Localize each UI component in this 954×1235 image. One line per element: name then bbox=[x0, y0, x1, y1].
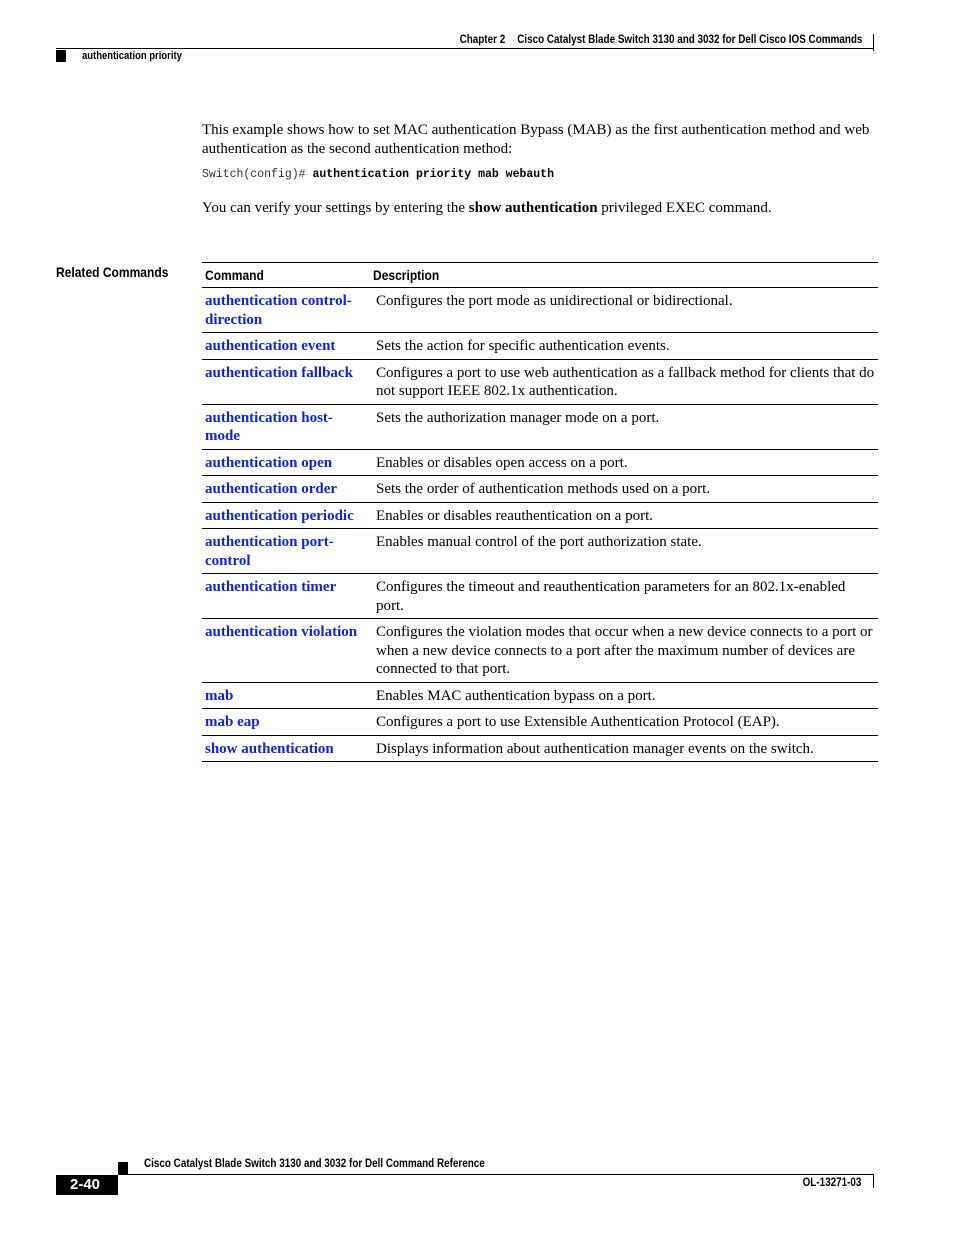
column-header-command-label: Command bbox=[205, 267, 264, 283]
table-header-row: Command Description bbox=[202, 262, 878, 288]
command-description: Enables or disables open access on a por… bbox=[370, 449, 878, 476]
verify-suffix: privileged EXEC command. bbox=[597, 200, 772, 216]
table-row: mab eap Configures a port to use Extensib… bbox=[202, 708, 878, 736]
table-row: authentication order Sets the order of au… bbox=[202, 475, 878, 503]
command-link[interactable]: show authentication bbox=[202, 735, 370, 762]
table-row: mab Enables MAC authentication bypass on … bbox=[202, 682, 878, 709]
footer-marker-block bbox=[118, 1162, 128, 1174]
command-description: Configures a port to use Extensible Auth… bbox=[370, 708, 878, 736]
table-row: authentication open Enables or disables o… bbox=[202, 449, 878, 476]
related-commands-body: authentication control-direction Configur… bbox=[202, 287, 878, 762]
table-row: authentication host-mode Sets the authori… bbox=[202, 404, 878, 450]
command-description: Configures the port mode as unidirection… bbox=[370, 287, 878, 333]
verify-command: show authentication bbox=[468, 200, 598, 216]
command-description: Enables MAC authentication bypass on a p… bbox=[370, 682, 878, 709]
table-row: authentication event Sets the action for … bbox=[202, 332, 878, 360]
command-link[interactable]: authentication fallback bbox=[202, 359, 370, 405]
table-row: authentication fallback Configures a port… bbox=[202, 359, 878, 405]
command-link[interactable]: authentication violation bbox=[202, 618, 370, 683]
footer-vertical-rule bbox=[873, 1175, 874, 1188]
header-rule bbox=[56, 48, 874, 49]
verify-prefix: You can verify your settings by entering… bbox=[202, 200, 469, 216]
command-link[interactable]: authentication open bbox=[202, 449, 370, 476]
command-link[interactable]: authentication order bbox=[202, 475, 370, 503]
command-link[interactable]: mab bbox=[202, 682, 370, 709]
command-description: Sets the action for specific authenticat… bbox=[370, 332, 878, 360]
chapter-title: Cisco Catalyst Blade Switch 3130 and 303… bbox=[516, 34, 862, 46]
command-description: Configures the violation modes that occu… bbox=[370, 618, 878, 683]
command-link[interactable]: authentication event bbox=[202, 332, 370, 360]
footer-book-title: Cisco Catalyst Blade Switch 3130 and 303… bbox=[144, 1158, 485, 1170]
command-description: Sets the authorization manager mode on a… bbox=[370, 404, 878, 450]
footer-rule bbox=[118, 1174, 874, 1175]
table-row: authentication control-direction Configur… bbox=[202, 287, 878, 333]
table-row: authentication port-control Enables manua… bbox=[202, 528, 878, 574]
verify-paragraph: You can verify your settings by entering… bbox=[202, 199, 882, 218]
running-header-section: authentication priority bbox=[82, 50, 182, 62]
table-row: authentication periodic Enables or disabl… bbox=[202, 502, 878, 529]
command-link[interactable]: mab eap bbox=[202, 708, 370, 736]
command-link[interactable]: authentication periodic bbox=[202, 502, 370, 529]
command-description: Enables manual control of the port autho… bbox=[370, 528, 878, 574]
header-marker-block bbox=[56, 50, 66, 62]
related-commands-label: Related Commands bbox=[56, 264, 169, 280]
command-link[interactable]: authentication timer bbox=[202, 573, 370, 619]
command-description: Configures the timeout and reauthenticat… bbox=[370, 573, 878, 619]
command-description: Enables or disables reauthentication on … bbox=[370, 502, 878, 529]
page-number: 2-40 bbox=[56, 1175, 118, 1195]
column-header-description: Description bbox=[370, 262, 878, 288]
column-header-command: Command bbox=[202, 262, 370, 288]
command-link[interactable]: authentication port-control bbox=[202, 528, 370, 574]
column-header-description-label: Description bbox=[373, 267, 440, 283]
command-link[interactable]: authentication control-direction bbox=[202, 287, 370, 333]
related-commands-table: Command Description authentication contr… bbox=[202, 262, 878, 762]
command-description: Sets the order of authentication methods… bbox=[370, 475, 878, 503]
intro-paragraph: This example shows how to set MAC authen… bbox=[202, 122, 870, 157]
chapter-label: Chapter 2 bbox=[459, 34, 505, 46]
table-row: authentication timer Configures the timeo… bbox=[202, 573, 878, 619]
doc-number: OL-13271-03 bbox=[802, 1177, 861, 1189]
command-description: Configures a port to use web authenticat… bbox=[370, 359, 878, 405]
cli-command: authentication priority mab webauth bbox=[312, 168, 554, 181]
command-description: Displays information about authenticatio… bbox=[370, 735, 878, 762]
running-header-chapter: Chapter 2 Cisco Catalyst Blade Switch 313… bbox=[459, 34, 862, 46]
cli-example: Switch(config)# authentication priority … bbox=[202, 168, 554, 181]
table-row: show authentication Displays information … bbox=[202, 735, 878, 762]
cli-prompt: Switch(config)# bbox=[202, 168, 306, 181]
command-link[interactable]: authentication host-mode bbox=[202, 404, 370, 450]
table-row: authentication violation Configures the v… bbox=[202, 618, 878, 683]
